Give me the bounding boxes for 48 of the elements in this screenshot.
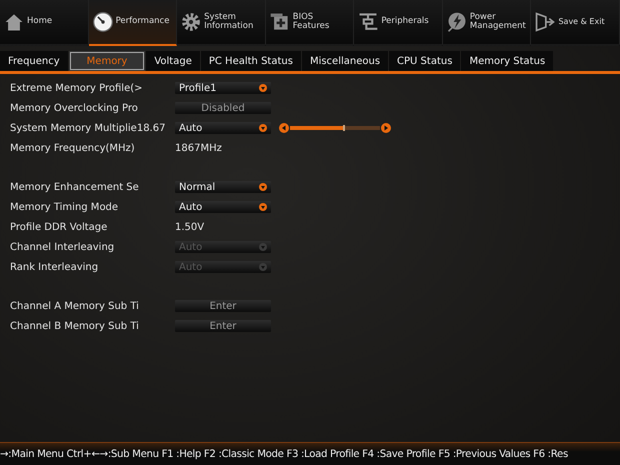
menu-tab[interactable]: Performance <box>88 0 178 46</box>
connector-icon <box>357 11 380 33</box>
setting-reading: 18.67 <box>136 122 166 134</box>
setting-button[interactable]: Enter <box>175 300 271 312</box>
gauge-icon <box>92 11 114 33</box>
menu-tab[interactable]: BIOS Features <box>266 0 354 46</box>
sub-tab[interactable]: CPU Status <box>389 51 460 71</box>
caret-icon <box>259 183 267 191</box>
lightning-icon <box>446 11 468 33</box>
sub-tab[interactable]: Miscellaneous <box>302 51 388 71</box>
dropdown[interactable]: Profile1 <box>175 82 271 94</box>
setting-value: 1867MHz <box>175 142 222 154</box>
slider-track[interactable] <box>290 126 380 130</box>
menu-tab[interactable]: Home <box>0 0 89 46</box>
dropdown[interactable]: Normal <box>175 181 271 193</box>
menu-tab[interactable]: Save & Exit <box>531 0 620 46</box>
sub-tab[interactable]: Memory <box>68 51 146 71</box>
setting-label: Memory Frequency(MHz) <box>10 142 135 154</box>
dropdown[interactable]: Auto <box>175 201 271 213</box>
sub-tab[interactable]: Frequency <box>0 51 68 71</box>
dropdown[interactable]: Auto <box>175 122 271 134</box>
key-hints: →:Main Menu Ctrl+←→:Sub Menu F1 :Help F2 :Classic Mode F3 :Load Profile F4 :Save Profile F5 :Previous Values F6 :Res <box>0 448 568 460</box>
menu-tab[interactable]: System Information <box>177 0 266 46</box>
setting-label: Channel B Memory Sub Ti <box>10 320 139 332</box>
setting-label: Channel Interleaving <box>10 242 114 252</box>
caret-icon <box>259 203 267 211</box>
sub-tab[interactable]: Voltage <box>146 51 200 71</box>
gear-icon <box>180 11 202 33</box>
setting-label: System Memory Multiplie <box>10 122 137 134</box>
setting-value: 1.50V <box>175 222 204 232</box>
setting-label: Memory Enhancement Se <box>10 182 139 192</box>
menu-tab[interactable]: Peripherals <box>354 0 443 46</box>
exit-door-icon <box>534 11 556 33</box>
setting-label: Memory Overclocking Pro <box>10 102 138 114</box>
caret-icon <box>259 124 267 132</box>
setting-label: Profile DDR Voltage <box>10 222 108 232</box>
menu-tab[interactable]: Power Management <box>442 0 532 46</box>
caret-icon <box>259 243 267 251</box>
setting-label: Rank Interleaving <box>10 262 98 272</box>
caret-icon <box>259 263 267 271</box>
setting-button[interactable]: Enter <box>175 320 271 332</box>
sub-tab[interactable]: PC Health Status <box>200 51 301 71</box>
caret-icon <box>259 84 267 92</box>
setting-label: Memory Timing Mode <box>10 202 118 212</box>
setting-label: Extreme Memory Profile(> <box>10 82 142 94</box>
setting-button[interactable]: Disabled <box>175 102 271 114</box>
sub-tab[interactable]: Memory Status <box>461 51 554 71</box>
setting-label: Channel A Memory Sub Ti <box>10 300 139 312</box>
